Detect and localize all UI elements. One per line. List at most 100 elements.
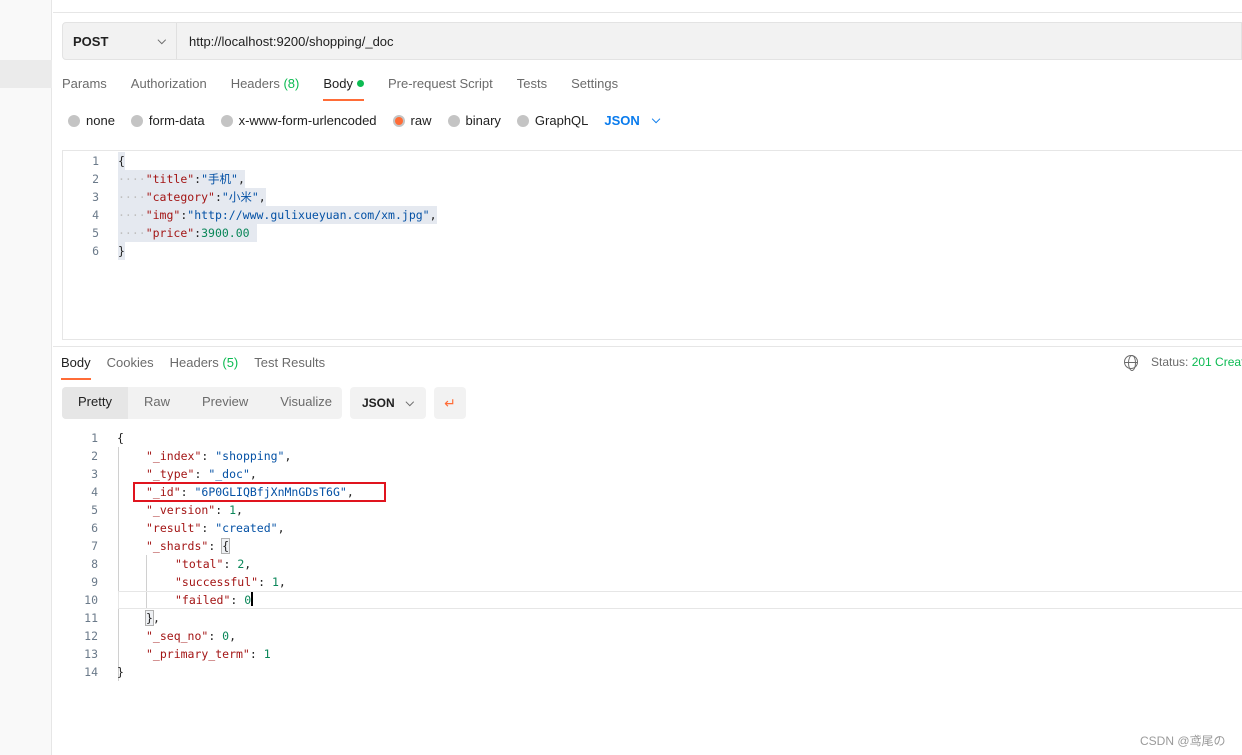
- json-key: "price": [145, 226, 195, 240]
- indent-guide: [118, 447, 119, 681]
- json-value: 3900.00: [201, 226, 250, 240]
- watermark: CSDN @鸢尾の: [1140, 734, 1226, 748]
- raw-format-select[interactable]: JSON ⌵: [604, 113, 660, 128]
- json-value: "created": [215, 521, 278, 535]
- json-key: "_primary_term": [146, 647, 250, 661]
- radio-label: binary: [465, 113, 501, 128]
- url-input[interactable]: http://localhost:9200/shopping/_doc: [177, 34, 394, 49]
- json-key: "total": [175, 557, 224, 571]
- radio-selected-icon: [392, 114, 405, 127]
- line-number: 14: [84, 665, 98, 679]
- tab-pre-request-script[interactable]: Pre-request Script: [388, 76, 493, 100]
- brace: {: [221, 538, 231, 554]
- tab-authorization[interactable]: Authorization: [131, 76, 207, 100]
- json-key: "category": [145, 190, 215, 204]
- json-key: "_index": [146, 449, 202, 463]
- sidebar: [0, 0, 52, 755]
- current-line-highlight: [118, 591, 1242, 609]
- tab-params[interactable]: Params: [62, 76, 107, 100]
- json-value: 1: [263, 647, 271, 661]
- status-label: Status:: [1151, 355, 1189, 369]
- json-value: "手机": [201, 172, 238, 186]
- json-key: "_seq_no": [146, 629, 209, 643]
- code-text: "total": 2,: [175, 557, 252, 571]
- comma: ,: [258, 190, 266, 204]
- brace: }: [145, 610, 154, 626]
- response-tabs: Body Cookies Headers (5) Test Results: [61, 355, 341, 380]
- sidebar-selected-item[interactable]: [0, 60, 52, 88]
- tab-label: Headers: [169, 355, 219, 370]
- json-value: "http://www.gulixueyuan.com/xm.jpg": [187, 208, 430, 222]
- code-text: "successful": 1,: [175, 575, 286, 589]
- radio-raw[interactable]: raw: [392, 113, 432, 128]
- json-value: 2: [237, 557, 245, 571]
- json-value: "小米": [221, 190, 259, 204]
- tab-tests[interactable]: Tests: [517, 76, 547, 100]
- code-text: ····"price":3900.00: [118, 224, 257, 242]
- radio-binary[interactable]: binary: [447, 113, 501, 128]
- comma: ,: [429, 208, 437, 222]
- code-text: {: [118, 152, 125, 170]
- radio-icon: [516, 114, 529, 127]
- tab-response-body[interactable]: Body: [61, 355, 91, 380]
- request-body-editor[interactable]: 1 { 2 ····"title":"手机", 3 ····"category":"小…: [62, 150, 1242, 340]
- headers-count: (5): [222, 355, 239, 370]
- json-value: 0: [222, 629, 230, 643]
- request-tabs: Params Authorization Headers (8) Body Pr…: [62, 76, 642, 101]
- method-select[interactable]: POST ⌵: [63, 23, 177, 59]
- tab-response-headers[interactable]: Headers (5): [170, 355, 239, 379]
- code-text: "result": "created",: [146, 521, 285, 535]
- tab-headers[interactable]: Headers (8): [231, 76, 300, 100]
- radio-label: form-data: [148, 113, 205, 128]
- line-number: 11: [84, 611, 98, 625]
- tab-cookies[interactable]: Cookies: [107, 355, 154, 379]
- response-format-select[interactable]: JSON ⌵: [350, 387, 426, 419]
- response-body-viewer[interactable]: 1 { 2 "_index": "shopping", 3 "_type": "_do…: [62, 429, 1242, 689]
- chevron-down-icon: ⌵: [405, 396, 414, 409]
- line-number: 6: [91, 521, 98, 535]
- radio-graphql[interactable]: GraphQL: [516, 113, 589, 128]
- line-number: 9: [91, 575, 98, 589]
- json-value: "_doc": [208, 467, 250, 481]
- json-key: "img": [145, 208, 181, 222]
- line-number: 1: [92, 154, 99, 168]
- radio-icon: [447, 114, 460, 127]
- tab-body[interactable]: Body: [323, 76, 364, 101]
- json-key: "_shards": [146, 539, 209, 553]
- view-preview[interactable]: Preview: [186, 387, 264, 419]
- status-dot-icon: [356, 80, 364, 87]
- radio-none[interactable]: none: [68, 113, 115, 128]
- url-bar: POST ⌵ http://localhost:9200/shopping/_do…: [62, 22, 1242, 60]
- line-number: 5: [92, 226, 99, 240]
- view-raw[interactable]: Raw: [128, 387, 186, 419]
- view-visualize[interactable]: Visualize: [264, 387, 348, 419]
- radio-label: GraphQL: [534, 113, 589, 128]
- line-number: 4: [92, 208, 99, 222]
- view-mode-tabs: Pretty Raw Preview Visualize: [62, 387, 342, 419]
- tab-test-results[interactable]: Test Results: [254, 355, 325, 379]
- text-cursor: [251, 592, 254, 606]
- code-text: "_type": "_doc",: [146, 467, 257, 481]
- divider: [53, 346, 1242, 347]
- line-number: 2: [92, 172, 99, 186]
- response-status: Status: 201 Created: [1124, 355, 1242, 371]
- line-number: 4: [91, 485, 98, 499]
- wrap-lines-icon[interactable]: ↵: [434, 387, 466, 419]
- code-text: "_primary_term": 1: [146, 647, 271, 661]
- line-number: 3: [91, 467, 98, 481]
- comma: ,: [237, 172, 245, 186]
- radio-urlencoded[interactable]: x-www-form-urlencoded: [220, 113, 377, 128]
- radio-label: x-www-form-urlencoded: [238, 113, 377, 128]
- json-key: "result": [146, 521, 202, 535]
- line-number: 6: [92, 244, 99, 258]
- globe-icon[interactable]: [1124, 355, 1138, 371]
- radio-label: none: [86, 113, 115, 128]
- view-pretty[interactable]: Pretty: [62, 387, 128, 419]
- status-value[interactable]: 201 Created: [1192, 355, 1242, 369]
- tab-settings[interactable]: Settings: [571, 76, 618, 100]
- radio-form-data[interactable]: form-data: [130, 113, 205, 128]
- line-number: 12: [84, 629, 98, 643]
- highlight-annotation-box: [133, 482, 386, 502]
- code-text: ····"title":"手机",: [118, 170, 245, 188]
- line-number: 5: [91, 503, 98, 517]
